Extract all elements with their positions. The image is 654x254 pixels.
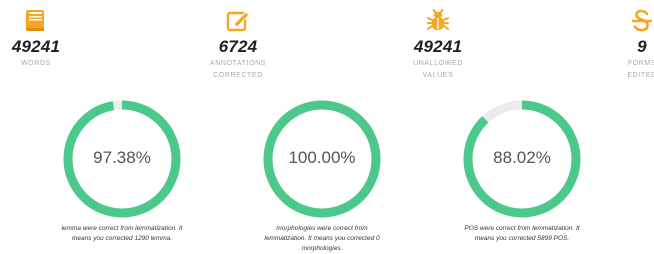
- pos-caption: POS were correct from lemmatization. It …: [464, 225, 580, 242]
- lemma-caption: lemma were correct from lemmatization. I…: [61, 225, 183, 242]
- stat-value: 9: [637, 37, 647, 56]
- strikethrough-icon: [632, 9, 652, 32]
- gauge-percent: 100.00%: [288, 148, 356, 167]
- stat-words: 49241 WORDS: [2, 8, 70, 70]
- stat-value: 6724: [218, 37, 258, 56]
- stat-annotations-corrected: 6724 ANNOTATIONS CORRECTED: [199, 8, 277, 82]
- morphology-caption: morphologies were correct from lemmatiza…: [264, 225, 380, 252]
- bug-icon: [427, 9, 449, 30]
- stat-value: 49241: [413, 37, 463, 56]
- morphology-accuracy-gauge: 100.00%: [260, 97, 384, 221]
- edit-icon: [226, 11, 250, 32]
- stat-label: ANNOTATIONS CORRECTED: [209, 60, 267, 79]
- lemma-accuracy-gauge: 97.38%: [60, 97, 184, 221]
- stat-label: FORMS EDITED: [627, 60, 654, 79]
- book-icon: [26, 10, 44, 31]
- stat-value: 49241: [11, 37, 61, 56]
- gauge-percent: 88.02%: [493, 148, 551, 167]
- stat-label: WORDS: [21, 60, 51, 67]
- stat-label: UNALLOWED VALUES: [413, 60, 463, 79]
- gauge-percent: 97.38%: [93, 148, 151, 167]
- stat-unallowed-values: 49241 UNALLOWED VALUES: [398, 8, 478, 82]
- pos-accuracy-gauge: 88.02%: [460, 97, 584, 221]
- stat-forms-edited: 9 FORMS EDITED: [612, 8, 654, 82]
